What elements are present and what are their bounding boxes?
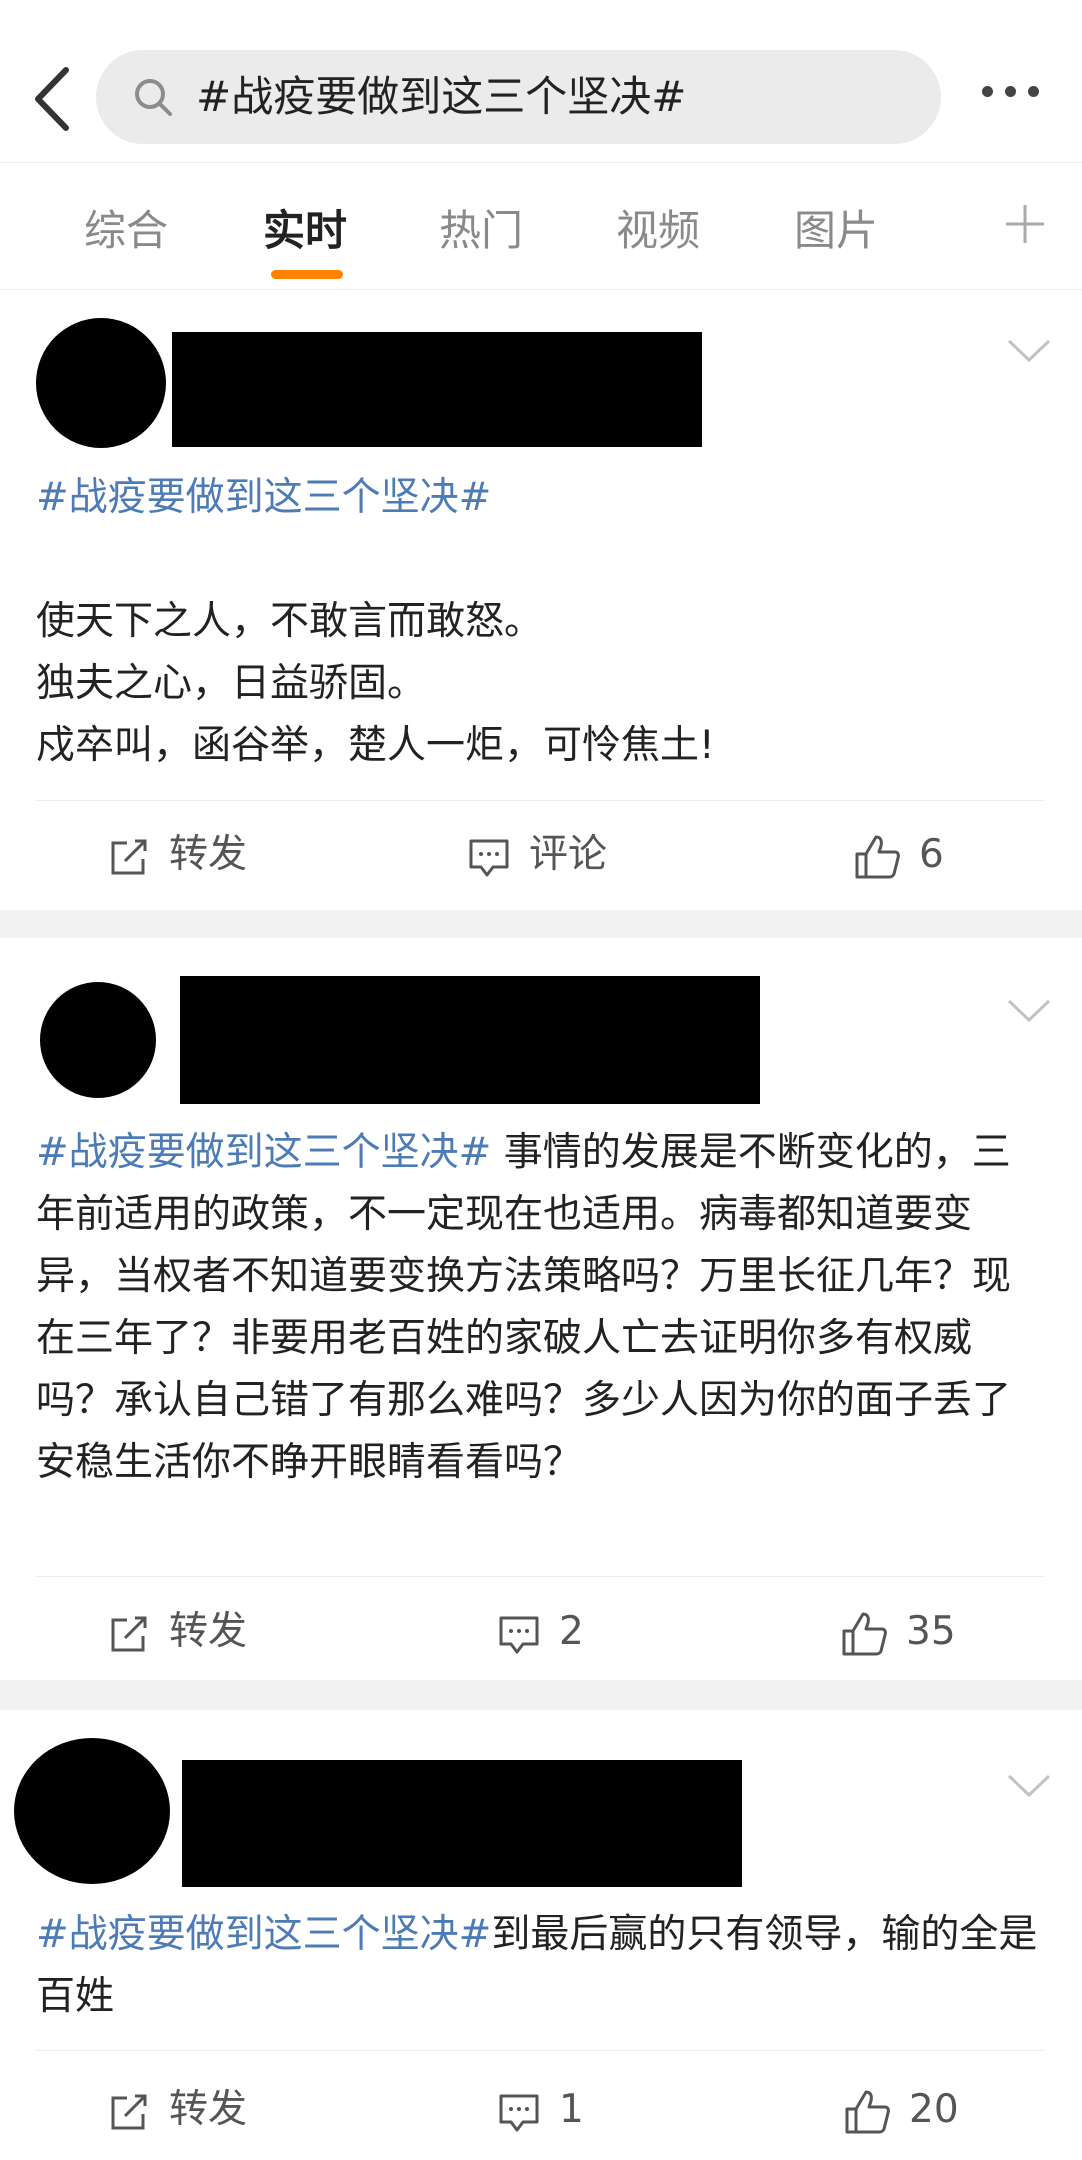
chevron-down-icon[interactable]: [1007, 1773, 1051, 1799]
top-bar: #战疫要做到这三个坚决#: [0, 0, 1082, 163]
hashtag-link[interactable]: #战疫要做到这三个坚决#: [36, 1130, 491, 1175]
feed-separator: [0, 1680, 1082, 1710]
redacted-username: [172, 332, 702, 447]
back-arrow-icon[interactable]: [26, 64, 78, 134]
chevron-down-icon[interactable]: [1007, 998, 1051, 1024]
avatar[interactable]: [36, 318, 166, 448]
divider: [36, 2050, 1044, 2051]
feed-separator: [0, 910, 1082, 938]
post-text: #战疫要做到这三个坚决# 使天下之人，不敢言而敢怒。 独夫之心，日益骄固。 戍卒…: [36, 475, 715, 768]
search-icon: [135, 79, 172, 116]
hashtag-link[interactable]: #战疫要做到这三个坚决#: [36, 1912, 491, 1957]
comment-icon: [499, 2094, 539, 2131]
comment-button[interactable]: 1: [497, 2080, 584, 2140]
chevron-down-icon[interactable]: [1007, 338, 1051, 364]
like-button[interactable]: 20: [843, 2080, 959, 2140]
post-card: #战疫要做到这三个坚决# 事情的发展是不断变化的，三年前适用的政策，不一定现在也…: [0, 938, 1082, 1680]
avatar[interactable]: [40, 982, 156, 1098]
thumbs-up-icon: [855, 835, 900, 878]
divider: [36, 1576, 1044, 1577]
like-button[interactable]: 6: [853, 825, 944, 885]
like-button[interactable]: 35: [840, 1602, 956, 1662]
hashtag-link[interactable]: #战疫要做到这三个坚决#: [36, 475, 491, 520]
tab-hot[interactable]: 热门: [439, 197, 523, 258]
repost-icon: [111, 2094, 147, 2129]
add-tab-icon[interactable]: [1004, 203, 1046, 245]
divider: [36, 800, 1044, 801]
comment-button[interactable]: 评论: [467, 825, 607, 885]
search-bar[interactable]: #战疫要做到这三个坚决#: [96, 50, 941, 144]
tab-realtime[interactable]: 实时: [263, 197, 347, 258]
active-tab-indicator: [271, 270, 343, 279]
comment-icon: [499, 1616, 539, 1653]
redacted-username: [180, 976, 760, 1104]
tab-comprehensive[interactable]: 综合: [84, 197, 168, 258]
more-options-icon[interactable]: [976, 82, 1046, 112]
repost-button[interactable]: 转发: [107, 825, 247, 885]
thumbs-up-icon: [842, 1612, 887, 1655]
tab-video[interactable]: 视频: [616, 197, 700, 258]
comment-button[interactable]: 2: [497, 1602, 584, 1662]
thumbs-up-icon: [845, 2090, 890, 2133]
repost-button[interactable]: 转发: [107, 1602, 247, 1662]
repost-icon: [111, 839, 147, 874]
post-text: #战疫要做到这三个坚决# 事情的发展是不断变化的，三年前适用的政策，不一定现在也…: [36, 1130, 1012, 1485]
repost-icon: [111, 1616, 147, 1651]
tab-images[interactable]: 图片: [794, 197, 878, 258]
avatar[interactable]: [14, 1738, 170, 1884]
tab-bar: 综合 实时 热门 视频 图片: [0, 163, 1082, 290]
redacted-username: [182, 1760, 742, 1887]
search-query[interactable]: #战疫要做到这三个坚决#: [196, 50, 686, 144]
post-card: #战疫要做到这三个坚决#到最后赢的只有领导，输的全是百姓 转发 1 20: [0, 1710, 1082, 2160]
comment-icon: [469, 839, 509, 876]
post-text: #战疫要做到这三个坚决#到最后赢的只有领导，输的全是百姓: [36, 1912, 1038, 2019]
post-card: #战疫要做到这三个坚决# 使天下之人，不敢言而敢怒。 独夫之心，日益骄固。 戍卒…: [0, 290, 1082, 910]
repost-button[interactable]: 转发: [107, 2080, 247, 2140]
